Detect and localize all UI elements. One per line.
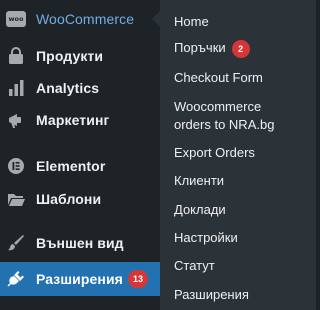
archive-icon [6, 46, 26, 66]
menu-item-label: Elementor [36, 158, 106, 174]
menu-item-label: Външен вид [36, 235, 124, 251]
submenu-item-reports[interactable]: Доклади [174, 201, 226, 219]
menu-item-label: Шаблони [36, 191, 102, 207]
menu-item-label: WooCommerce [36, 11, 135, 27]
submenu-item-orders[interactable]: Поръчки 2 [174, 39, 250, 58]
plugin-icon [6, 269, 26, 289]
menu-item-marketing[interactable]: Маркетинг [0, 103, 160, 137]
menu-item-label: Analytics [36, 80, 100, 96]
bar-chart-icon [6, 78, 26, 98]
submenu-item-export-orders[interactable]: Export Orders [174, 144, 255, 162]
menu-item-appearance[interactable]: Външен вид [0, 226, 160, 260]
menu-item-plugins[interactable]: Разширения 13 [0, 262, 160, 296]
menu-item-woocommerce[interactable]: woo WooCommerce [0, 2, 160, 36]
submenu-item-home[interactable]: Home [174, 13, 209, 31]
submenu-item-label: Поръчки [174, 40, 226, 55]
paintbrush-icon [6, 233, 26, 253]
folder-icon [6, 189, 26, 209]
woo-logo-icon: woo [6, 9, 26, 29]
menu-item-label: Маркетинг [36, 112, 110, 128]
elementor-icon [6, 156, 26, 176]
submenu-pointer [152, 11, 160, 27]
menu-item-analytics[interactable]: Analytics [0, 71, 160, 105]
submenu-item-nra-orders[interactable]: Woocommerce orders to NRA.bg [174, 98, 274, 134]
menu-item-label: Продукти [36, 48, 104, 64]
submenu-item-label-line1: Woocommerce [174, 99, 262, 114]
orders-count-badge: 2 [231, 39, 250, 58]
submenu-item-customers[interactable]: Клиенти [174, 172, 224, 190]
menu-item-label: Разширения [36, 271, 123, 287]
plugins-update-badge: 13 [128, 270, 149, 288]
menu-item-elementor[interactable]: Elementor [0, 149, 160, 183]
megaphone-icon [6, 110, 26, 130]
woo-logo-text: woo [6, 11, 26, 27]
admin-sidebar-menu: woo WooCommerce Продукти Analytics Марке… [0, 0, 160, 310]
submenu-item-label-line2: orders to NRA.bg [174, 117, 275, 132]
menu-item-templates[interactable]: Шаблони [0, 182, 160, 216]
woocommerce-submenu: Home Поръчки 2 Checkout Form Woocommerce … [160, 0, 316, 310]
menu-item-products[interactable]: Продукти [0, 39, 160, 73]
submenu-item-status[interactable]: Статут [174, 257, 215, 275]
submenu-item-checkout-form[interactable]: Checkout Form [174, 69, 263, 87]
submenu-item-extensions[interactable]: Разширения [174, 286, 249, 304]
submenu-item-settings[interactable]: Настройки [174, 229, 238, 247]
